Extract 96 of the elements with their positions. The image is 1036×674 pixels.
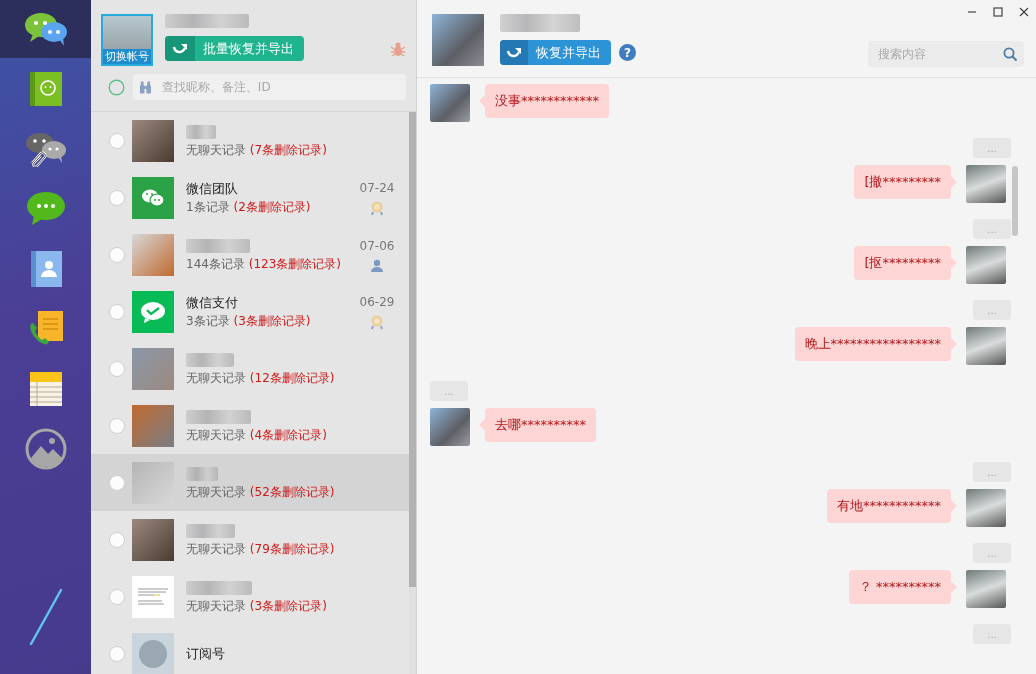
contact-date: 06-29: [359, 294, 395, 311]
contact-row[interactable]: 无聊天记录 (7条删除记录): [91, 112, 409, 169]
timestamp: ...: [973, 624, 1011, 644]
record-summary: 无聊天记录 (12条删除记录): [186, 369, 336, 387]
contact-name: 微信团队: [186, 179, 239, 198]
avatar-photo-placeholder: [132, 233, 174, 276]
contact-photo-placeholder: [432, 14, 484, 66]
circle-icon: [138, 638, 168, 669]
contact-name: 订阅号: [186, 644, 226, 663]
avatar-photo-placeholder: [132, 518, 174, 561]
timestamp: ...: [973, 219, 1011, 239]
curved-arrow-icon: [172, 42, 188, 55]
record-summary: 无聊天记录 (3条删除记录): [186, 597, 328, 615]
contact-avatar-photo-placeholder: [430, 84, 470, 122]
account-avatar[interactable]: 切换帐号: [101, 14, 153, 66]
contact-search-box[interactable]: 查找昵称、备注、ID: [133, 74, 406, 100]
batch-restore-export-button[interactable]: 批量恢复并导出: [165, 36, 304, 61]
chat-paperclip-icon[interactable]: [23, 131, 68, 167]
contact-row[interactable]: 无聊天记录 (79条删除记录): [91, 511, 409, 568]
timestamp: ...: [973, 300, 1011, 320]
contact-search-field[interactable]: 查找昵称、备注、ID: [159, 77, 400, 97]
book-face-icon[interactable]: [28, 71, 63, 107]
record-summary: 1条记录 (2条删除记录): [186, 198, 312, 216]
record-summary: 144条记录 (123条删除记录): [186, 255, 342, 273]
chat-bubbles-icon[interactable]: [22, 11, 69, 47]
timestamp: ...: [973, 462, 1011, 482]
contact-row[interactable]: 144条记录 (123条删除记录) 07-06: [91, 226, 409, 283]
contact-date: 07-06: [359, 238, 395, 255]
help-icon[interactable]: ?: [619, 44, 636, 61]
avatar-photo-placeholder: [132, 119, 174, 162]
timestamp: ...: [973, 138, 1011, 158]
avatar-photo-placeholder: [132, 404, 174, 447]
radio-button[interactable]: [109, 360, 125, 377]
contact-avatar-photo-placeholder: [430, 408, 470, 446]
contact-row[interactable]: 无聊天记录 (4条删除记录): [91, 397, 409, 454]
binoculars-icon: [139, 80, 152, 94]
own-avatar-photo-placeholder: [966, 489, 1006, 527]
medal-icon: [370, 201, 384, 216]
timestamp: ...: [430, 381, 468, 401]
contact-row[interactable]: 无聊天记录 (12条删除记录): [91, 340, 409, 397]
person-icon: [371, 259, 383, 272]
bug-icon[interactable]: [390, 40, 406, 57]
own-avatar-photo-placeholder: [966, 165, 1006, 203]
content-search-box[interactable]: 搜索内容: [868, 41, 1024, 67]
chat-bubbles-icon: [132, 176, 174, 219]
mountain-photo-icon[interactable]: [24, 428, 67, 470]
radio-button[interactable]: [109, 645, 125, 662]
blurred-contact-name: [186, 580, 252, 595]
scrollbar[interactable]: [409, 112, 416, 674]
curved-arrow-icon: [506, 46, 522, 59]
search-icon[interactable]: [1003, 46, 1018, 62]
circle-icon[interactable]: [108, 78, 125, 96]
light-streak-icon: [27, 588, 64, 646]
blurred-contact-name: [186, 352, 234, 367]
radio-button[interactable]: [109, 474, 125, 491]
blurred-contact-name: [186, 466, 218, 481]
radio-button[interactable]: [109, 417, 125, 434]
radio-button[interactable]: [109, 132, 125, 149]
timestamp: ...: [973, 543, 1011, 563]
content-search-field[interactable]: 搜索内容: [874, 44, 1003, 64]
blurred-contact-name: [186, 124, 216, 139]
record-summary: 3条记录 (3条删除记录): [186, 312, 312, 330]
record-summary: 无聊天记录 (52条删除记录): [186, 483, 336, 501]
radio-button[interactable]: [109, 588, 125, 605]
own-avatar-photo-placeholder: [966, 570, 1006, 608]
record-summary: 无聊天记录 (7条删除记录): [186, 141, 328, 159]
avatar-photo-placeholder: [132, 461, 174, 504]
contact-row[interactable]: 微信支付 3条记录 (3条删除记录) 06-29: [91, 283, 409, 340]
radio-button[interactable]: [109, 189, 125, 206]
blurred-contact-name: [186, 409, 251, 424]
avatar-photo-placeholder: [132, 347, 174, 390]
address-book-icon[interactable]: [28, 250, 63, 288]
contact-row[interactable]: 微信团队 1条记录 (2条删除记录) 07-24: [91, 169, 409, 226]
close-icon[interactable]: [1018, 6, 1030, 18]
document-thumbnail: [132, 575, 174, 618]
maximize-icon[interactable]: [992, 6, 1004, 18]
contact-row[interactable]: 订阅号: [91, 625, 409, 674]
medal-icon: [370, 315, 384, 330]
contact-row[interactable]: 无聊天记录 (52条删除记录): [91, 454, 409, 511]
record-summary: 无聊天记录 (4条删除记录): [186, 426, 328, 444]
check-bubble-icon: [132, 290, 174, 333]
own-avatar-photo-placeholder: [966, 246, 1006, 284]
restore-export-button[interactable]: 恢复并导出: [500, 40, 611, 65]
blurred-contact-name: [186, 523, 235, 538]
own-avatar-photo-placeholder: [966, 327, 1006, 365]
notepad-icon[interactable]: [28, 371, 63, 407]
contact-date: 07-24: [359, 180, 395, 197]
radio-button[interactable]: [109, 531, 125, 548]
switch-account-label[interactable]: 切换帐号: [103, 49, 151, 64]
radio-button[interactable]: [109, 246, 125, 263]
blurred-contact-name: [186, 238, 250, 253]
record-summary: 无聊天记录 (79条删除记录): [186, 540, 336, 558]
contact-name: 微信支付: [186, 293, 239, 312]
chat-bubble-icon[interactable]: [25, 191, 66, 227]
contact-row[interactable]: 无聊天记录 (3条删除记录): [91, 568, 409, 625]
radio-button[interactable]: [109, 303, 125, 320]
